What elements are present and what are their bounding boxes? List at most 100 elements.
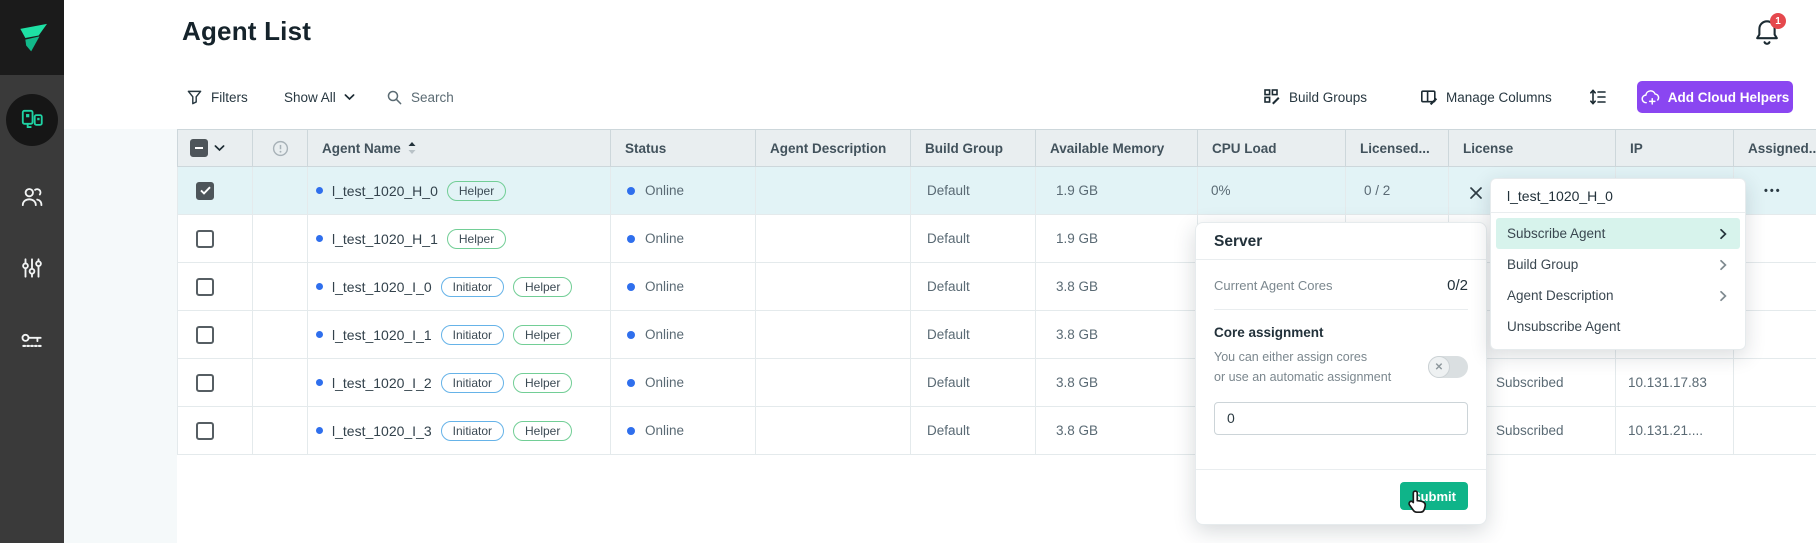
menu-item-unsubscribe-agent[interactable]: Unsubscribe Agent	[1496, 311, 1740, 342]
menu-item-subscribe-agent[interactable]: Subscribe Agent	[1496, 218, 1740, 249]
cell-assigned	[1734, 263, 1816, 310]
menu-item-agent-description[interactable]: Agent Description	[1496, 280, 1740, 311]
cores-input[interactable]	[1214, 402, 1468, 435]
cell-ip: 10.131.17.83	[1616, 359, 1734, 406]
agent-status-dot	[316, 331, 323, 338]
table-row[interactable]: l_test_1020_I_3InitiatorHelperOnlineDefa…	[177, 407, 1816, 455]
close-core-panel-button[interactable]	[1467, 184, 1485, 202]
initiator-badge: Initiator	[441, 373, 504, 393]
chevron-right-icon	[1717, 259, 1729, 271]
helper-badge: Helper	[513, 325, 572, 345]
build-groups-button[interactable]: Build Groups	[1263, 80, 1367, 114]
filter-funnel-icon	[186, 89, 203, 106]
popup-title: Server	[1196, 223, 1486, 260]
sidebar-item-licenses[interactable]	[0, 312, 64, 368]
helper-badge: Helper	[447, 181, 506, 201]
core-assignment-description: You can either assign cores or use an au…	[1214, 347, 1420, 388]
column-header-ip: IP	[1616, 130, 1734, 166]
cell-description	[756, 215, 911, 262]
row-actions-menu[interactable]: •••	[1734, 167, 1816, 214]
filters-button[interactable]: Filters	[186, 80, 248, 114]
cell-select	[178, 263, 253, 310]
build-groups-label: Build Groups	[1289, 90, 1367, 105]
popup-footer: Submit	[1196, 469, 1486, 524]
cell-build_group: Default	[911, 215, 1036, 262]
column-header-assigned: Assigned...	[1734, 130, 1816, 166]
agent-name: l_test_1020_I_2	[332, 375, 432, 391]
menu-item-build-group[interactable]: Build Group	[1496, 249, 1740, 280]
search-button[interactable]: Search	[386, 80, 454, 114]
helper-badge: Helper	[513, 277, 572, 297]
column-header-cpu: CPU Load	[1198, 130, 1346, 166]
sidebar-item-settings[interactable]	[0, 240, 64, 296]
online-dot	[627, 427, 635, 435]
sidebar-item-agents[interactable]	[0, 92, 64, 148]
initiator-badge: Initiator	[441, 421, 504, 441]
sort-ascending-icon[interactable]	[407, 141, 417, 155]
row-checkbox[interactable]	[196, 230, 214, 248]
sidebar-item-users[interactable]	[0, 169, 64, 225]
cell-info	[253, 167, 308, 214]
cell-status: Online	[611, 407, 756, 454]
cell-select	[178, 407, 253, 454]
search-label: Search	[411, 90, 454, 105]
search-icon	[386, 89, 403, 106]
cell-select	[178, 359, 253, 406]
cell-name: l_test_1020_I_1InitiatorHelper	[308, 311, 611, 358]
row-checkbox[interactable]	[196, 182, 214, 200]
auto-assign-toggle[interactable]: ✕	[1428, 356, 1468, 378]
submit-button[interactable]: Submit	[1400, 482, 1468, 510]
agent-name: l_test_1020_H_1	[332, 231, 438, 247]
users-icon	[19, 184, 45, 210]
chevron-right-icon	[1717, 290, 1729, 302]
add-cloud-helpers-button[interactable]: Add Cloud Helpers	[1637, 81, 1793, 113]
cell-memory: 3.8 GB	[1036, 407, 1198, 454]
cell-build_group: Default	[911, 359, 1036, 406]
chevron-right-icon	[1717, 228, 1729, 240]
column-label: CPU Load	[1212, 141, 1277, 156]
cell-status: Online	[611, 311, 756, 358]
column-header-license: License	[1449, 130, 1616, 166]
row-checkbox[interactable]	[196, 374, 214, 392]
online-dot	[627, 235, 635, 243]
cell-cpu: 0%	[1198, 167, 1346, 214]
show-all-label: Show All	[284, 90, 336, 105]
cell-build_group: Default	[911, 407, 1036, 454]
cell-info	[253, 359, 308, 406]
cell-ip: 10.131.21....	[1616, 407, 1734, 454]
menu-item-label: Subscribe Agent	[1507, 226, 1605, 241]
notifications-button[interactable]: 1	[1752, 17, 1792, 57]
show-all-dropdown[interactable]: Show All	[284, 80, 355, 114]
status-text: Online	[645, 423, 684, 438]
toggle-knob-x-icon: ✕	[1428, 356, 1450, 378]
row-density-button[interactable]	[1588, 80, 1608, 114]
column-label: Agent Description	[770, 141, 886, 156]
row-checkbox[interactable]	[196, 326, 214, 344]
current-cores-value: 0/2	[1447, 277, 1468, 294]
cell-licensed: 0 / 2	[1346, 167, 1449, 214]
row-checkbox[interactable]	[196, 422, 214, 440]
row-checkbox[interactable]	[196, 278, 214, 296]
manage-columns-button[interactable]: Manage Columns	[1420, 80, 1552, 114]
license-key-icon	[19, 327, 45, 353]
agent-context-menu: l_test_1020_H_0 Subscribe AgentBuild Gro…	[1490, 178, 1746, 350]
status-text: Online	[645, 231, 684, 246]
helper-badge: Helper	[513, 421, 572, 441]
cell-info	[253, 215, 308, 262]
logo-mark-icon	[12, 18, 52, 58]
table-row[interactable]: l_test_1020_I_2InitiatorHelperOnlineDefa…	[177, 359, 1816, 407]
menu-item-label: Agent Description	[1507, 288, 1614, 303]
cell-build_group: Default	[911, 311, 1036, 358]
cell-description	[756, 407, 911, 454]
column-header-select	[178, 130, 253, 166]
agent-status-dot	[316, 235, 323, 242]
select-all-checkbox[interactable]	[190, 139, 208, 157]
select-menu-chevron-icon[interactable]	[214, 144, 225, 152]
cell-name: l_test_1020_I_0InitiatorHelper	[308, 263, 611, 310]
column-header-status: Status	[611, 130, 756, 166]
cell-status: Online	[611, 263, 756, 310]
info-icon	[272, 140, 289, 157]
sort-rows-icon	[1588, 87, 1608, 107]
helper-badge: Helper	[447, 229, 506, 249]
column-header-name[interactable]: Agent Name	[308, 130, 611, 166]
